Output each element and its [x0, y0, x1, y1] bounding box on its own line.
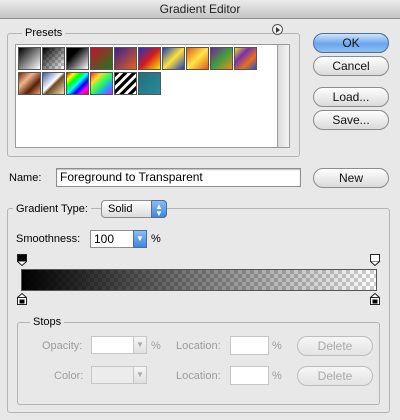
preset-swatch-orange-yellow-orange[interactable]: [186, 47, 209, 70]
opacity-combo[interactable]: ▼: [91, 336, 147, 354]
opacity-location-unit: %: [272, 340, 282, 352]
window-titlebar: Gradient Editor: [0, 0, 400, 19]
preset-swatch-transparent-rainbow[interactable]: [90, 72, 113, 95]
opacity-stop-start[interactable]: [17, 254, 27, 266]
presets-scrollbar[interactable]: [278, 44, 290, 148]
opacity-label: Opacity:: [42, 340, 83, 352]
preset-swatch-foreground-to-background[interactable]: [18, 47, 41, 70]
preset-swatch-blue-yellow-blue[interactable]: [162, 47, 185, 70]
preset-swatch-chrome[interactable]: [42, 72, 65, 95]
preset-swatch-copper[interactable]: [18, 72, 41, 95]
smoothness-value: 100: [94, 232, 115, 246]
color-location-field[interactable]: [230, 366, 269, 385]
name-label: Name:: [9, 172, 42, 184]
gradient-type-label: Gradient Type:: [13, 203, 91, 215]
color-stop-start[interactable]: [17, 293, 27, 305]
window-title: Gradient Editor: [159, 2, 241, 16]
gradient-preview-bar[interactable]: [21, 269, 377, 291]
preset-swatch-black-white[interactable]: [66, 47, 89, 70]
chevron-down-icon[interactable]: ▼: [133, 366, 147, 384]
gradient-type-popup[interactable]: Solid ▲ ▼: [101, 200, 167, 218]
smoothness-label: Smoothness:: [16, 233, 81, 245]
new-button[interactable]: New: [313, 168, 389, 188]
preset-swatch-yellow-violet-orange-blue[interactable]: [234, 47, 257, 70]
color-location-unit: %: [272, 370, 282, 382]
smoothness-unit: %: [151, 233, 161, 245]
smoothness-combo[interactable]: 100 ▼: [90, 230, 147, 248]
color-stop-end[interactable]: [370, 293, 380, 305]
opacity-location-field[interactable]: [230, 336, 269, 355]
color-delete-button[interactable]: Delete: [297, 366, 373, 386]
stops-group: [17, 322, 380, 405]
preset-swatch-blue-red-yellow[interactable]: [138, 47, 161, 70]
opacity-unit: %: [151, 340, 161, 352]
presets-swatch-well: [15, 44, 278, 148]
updown-arrows-icon: ▲ ▼: [151, 200, 167, 218]
chevron-down-icon[interactable]: ▼: [133, 336, 147, 354]
preset-swatch-spectrum[interactable]: [66, 72, 89, 95]
opacity-delete-button[interactable]: Delete: [297, 336, 373, 356]
preset-swatch-transparent-stripes[interactable]: [114, 72, 137, 95]
preset-swatch-foreground-to-transparent[interactable]: [42, 47, 65, 70]
gradient-type-value: Solid: [108, 203, 133, 215]
stops-label: Stops: [30, 316, 65, 328]
opacity-stop-end[interactable]: [370, 254, 380, 266]
chevron-down-icon[interactable]: ▼: [133, 230, 147, 248]
cancel-button[interactable]: Cancel: [313, 56, 389, 76]
color-label: Color:: [54, 370, 84, 382]
preset-swatch-red-green[interactable]: [90, 47, 113, 70]
presets-label: Presets: [22, 27, 66, 39]
preset-swatch-violet-orange[interactable]: [114, 47, 137, 70]
opacity-location-label: Location:: [176, 340, 221, 352]
color-swatch-combo[interactable]: ▼: [91, 366, 147, 384]
preset-swatch-teal[interactable]: [138, 72, 161, 95]
circle-arrow-right-icon[interactable]: [272, 24, 283, 35]
load-button[interactable]: Load...: [313, 87, 389, 107]
name-field[interactable]: Foreground to Transparent: [56, 168, 301, 187]
color-location-label: Location:: [176, 370, 221, 382]
save-button[interactable]: Save...: [313, 110, 389, 130]
ok-button[interactable]: OK: [313, 33, 389, 53]
preset-swatch-violet-green-orange[interactable]: [210, 47, 233, 70]
